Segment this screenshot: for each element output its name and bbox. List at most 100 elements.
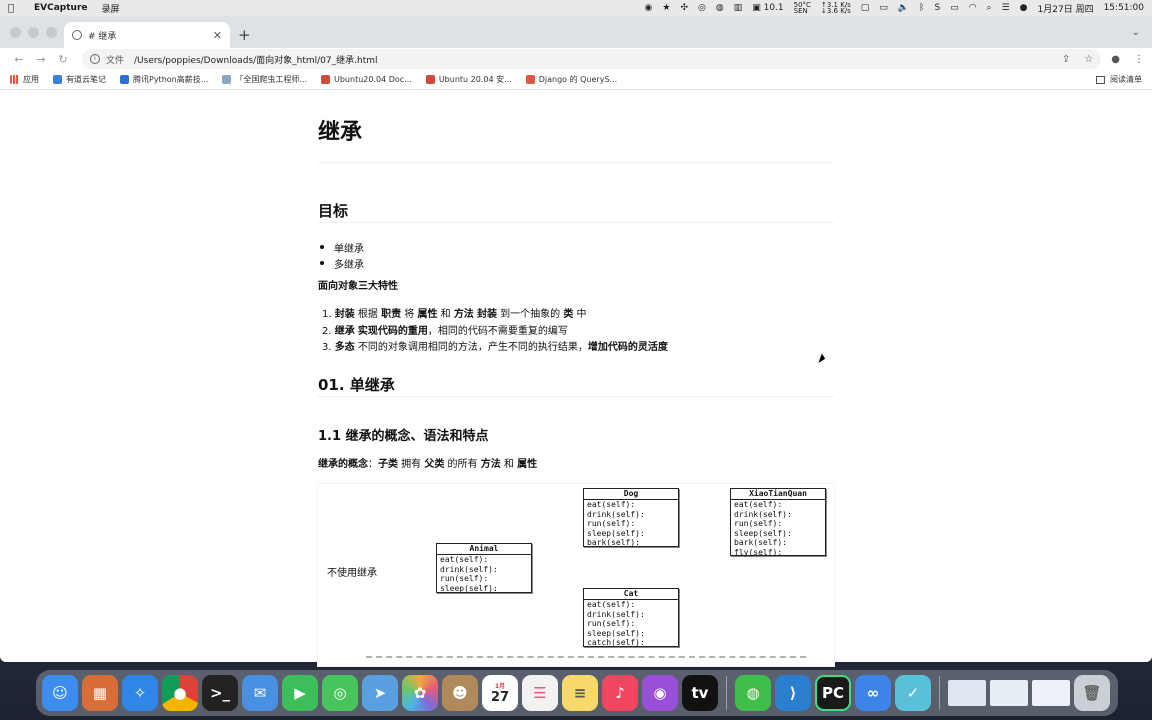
clock-date[interactable]: 1月27日 周四	[1038, 2, 1094, 15]
chrome-icon[interactable]: ●	[162, 675, 198, 711]
terminal-icon[interactable]: >_	[202, 675, 238, 711]
app-icon[interactable]: ✓	[895, 675, 931, 711]
tv-icon[interactable]: tv	[682, 675, 718, 711]
photos-icon[interactable]: ✿	[402, 675, 438, 711]
battery-icon[interactable]: ▭	[950, 3, 959, 13]
maps-icon[interactable]: ➤	[362, 675, 398, 711]
window-thumbnail-icon[interactable]	[948, 680, 986, 706]
bookmark-item[interactable]: Django 的 QueryS...	[525, 74, 617, 85]
toolbar: ← → ↻ i 文件 /Users/poppies/Downloads/面向对象…	[0, 48, 1152, 70]
wifi-icon[interactable]: ◠	[969, 3, 977, 13]
class-name: Animal	[437, 544, 531, 555]
status-app-icon[interactable]: ◉	[645, 3, 653, 13]
close-tab-icon[interactable]: ✕	[213, 29, 222, 42]
calendar-icon[interactable]: 1月 27	[482, 675, 518, 711]
dock: ☺ ▦ ✧ ● >_ ✉ ▶ ◎ ➤ ✿ ☻ 1月 27 ☰ ≡ ♪ ◉ tv …	[36, 670, 1118, 716]
close-window-button[interactable]	[10, 27, 21, 38]
wechat-status-icon[interactable]: ◍	[716, 3, 724, 13]
list-item: 单继承	[320, 240, 364, 255]
window-icon[interactable]: ▢	[861, 3, 870, 13]
list-item-text: 多继承	[334, 260, 364, 271]
address-bar[interactable]: i 文件 /Users/poppies/Downloads/面向对象_html/…	[82, 49, 1102, 69]
launchpad-icon[interactable]: ▦	[82, 675, 118, 711]
oo-features-title-text: 面向对象三大特性	[318, 281, 398, 292]
safari-icon[interactable]: ✧	[122, 675, 158, 711]
back-button[interactable]: ←	[8, 53, 30, 66]
method: run(self):	[587, 619, 636, 628]
list-item-text: 单继承	[334, 244, 364, 255]
finder-icon[interactable]: ☺	[42, 675, 78, 711]
window-thumbnail-icon[interactable]	[990, 680, 1028, 706]
minimize-window-button[interactable]	[28, 27, 39, 38]
shazam-icon[interactable]: S	[934, 3, 940, 13]
baidu-netdisk-icon[interactable]: ∞	[855, 675, 891, 711]
bookmark-icon[interactable]: ▥	[734, 3, 743, 13]
reminders-icon[interactable]: ☰	[522, 675, 558, 711]
qq-icon[interactable]: ◎	[698, 3, 706, 13]
forward-button[interactable]: →	[30, 53, 52, 66]
bookmark-item[interactable]: 腾讯Python高薪技...	[120, 74, 208, 85]
window-controls	[10, 27, 57, 38]
profile-icon[interactable]: ●	[1111, 54, 1120, 65]
class-box-cat: Cat eat(self): drink(self): run(self): s…	[583, 588, 679, 647]
new-tab-button[interactable]: +	[238, 26, 251, 44]
method: sleep(self):	[587, 528, 645, 538]
bookmark-label: 腾讯Python高薪技...	[133, 75, 209, 84]
tab-active[interactable]: # 继承 ✕	[64, 22, 230, 48]
trash-icon[interactable]: 🗑	[1074, 675, 1110, 711]
bookmark-item[interactable]: 应用	[10, 74, 39, 85]
url-path: /Users/poppies/Downloads/面向对象_html/07_继承…	[134, 55, 378, 66]
volume-icon[interactable]: 🔈	[898, 3, 909, 13]
divider	[318, 162, 834, 163]
apple-icon[interactable]: 	[8, 3, 22, 14]
method: catch(self):	[587, 638, 645, 647]
reading-list-button[interactable]: 阅读清单	[1096, 74, 1142, 85]
star-icon[interactable]: ★	[662, 3, 670, 13]
menu-item-record[interactable]: 录屏	[102, 2, 120, 15]
bookmark-star-icon[interactable]: ☆	[1084, 54, 1093, 65]
facetime-icon[interactable]: ▶	[282, 675, 318, 711]
chevron-down-icon[interactable]: ⌄	[1132, 27, 1140, 38]
display-icon[interactable]: ▭	[879, 3, 888, 13]
method: bark(self):	[734, 538, 787, 547]
bookmark-item[interactable]: Ubuntu20.04 Doc...	[321, 75, 412, 84]
method: drink(self):	[587, 509, 645, 519]
bookmark-item[interactable]: 「全国爬虫工程师...	[222, 74, 307, 85]
siri-icon[interactable]: ●	[1020, 3, 1028, 13]
vscode-icon[interactable]: ⟩	[775, 675, 811, 711]
temp-sub: SEN	[793, 7, 808, 15]
reading-list-icon	[1096, 75, 1105, 84]
reload-button[interactable]: ↻	[52, 53, 74, 66]
music-icon[interactable]: ♪	[602, 675, 638, 711]
messages-icon[interactable]: ◎	[322, 675, 358, 711]
bookmark-item[interactable]: Ubuntu 20.04 安...	[425, 74, 512, 85]
bluetooth-icon[interactable]: ᛒ	[919, 3, 924, 13]
menu-icon[interactable]: ⋮	[1134, 54, 1144, 65]
window-thumbnail-icon[interactable]	[1032, 680, 1070, 706]
wechat-icon[interactable]: ◍	[735, 675, 771, 711]
toolbar-right: ● ⋮	[1111, 54, 1144, 65]
spotlight-icon[interactable]: ⌕	[987, 3, 992, 13]
clock-time[interactable]: 15:51:00	[1104, 3, 1144, 13]
zoom-window-button[interactable]	[46, 27, 57, 38]
bookmark-item[interactable]: 有道云笔记	[53, 74, 106, 85]
tab-strip: # 继承 ✕ + ⌄	[0, 16, 1152, 48]
mail-icon[interactable]: ✉	[242, 675, 278, 711]
app-menu-name[interactable]: EVCapture	[34, 3, 88, 13]
contacts-icon[interactable]: ☻	[442, 675, 478, 711]
link-icon[interactable]: ✣	[680, 3, 688, 13]
podcasts-icon[interactable]: ◉	[642, 675, 678, 711]
net-readout[interactable]: ↑3.1 K/s ↓3.6 K/s	[821, 2, 851, 15]
pycharm-icon[interactable]: PC	[815, 675, 851, 711]
tab-title: # 继承	[88, 31, 117, 42]
notes-icon[interactable]: ≡	[562, 675, 598, 711]
temp-readout[interactable]: 50°C SEN	[793, 2, 811, 15]
share-icon[interactable]: ⇪	[1062, 54, 1070, 65]
dock-separator	[726, 676, 727, 710]
method: run(self):	[734, 519, 783, 528]
cpu-readout[interactable]: ▣ 10.1	[752, 3, 783, 13]
control-center-icon[interactable]: ☰	[1002, 3, 1010, 13]
class-box-animal: Animal eat(self): drink(self): run(self)…	[436, 543, 532, 593]
info-icon[interactable]: i	[90, 54, 100, 64]
list-item: 多继承	[320, 256, 364, 271]
